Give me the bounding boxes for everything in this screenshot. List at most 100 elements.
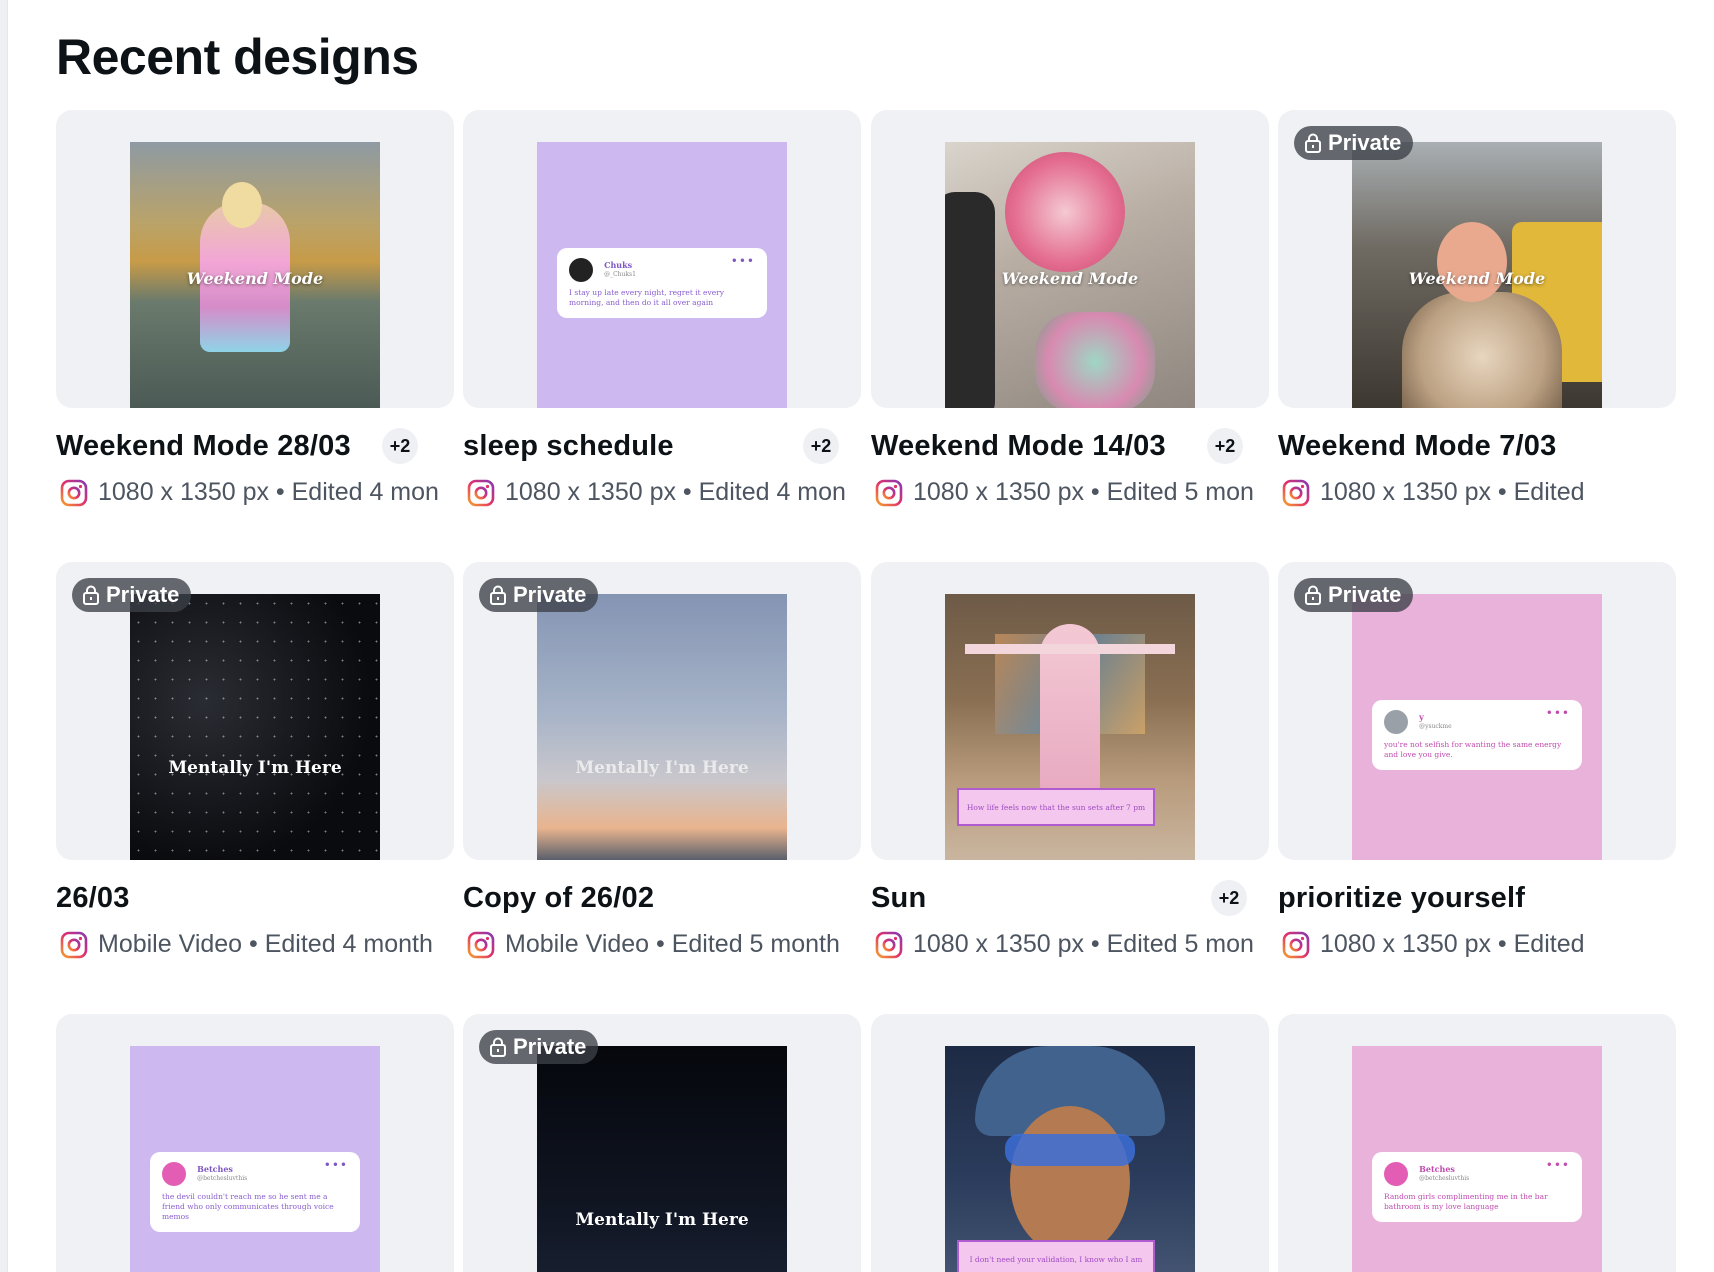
design-overlay-text: Weekend Mode bbox=[1001, 269, 1139, 288]
instagram-icon bbox=[467, 931, 495, 958]
design-meta: 1080 x 1350 px • Edited 5 mon bbox=[913, 930, 1254, 958]
instagram-icon bbox=[60, 479, 88, 506]
design-card[interactable]: Betches @betchesluvthis ••• the devil cou… bbox=[56, 1014, 454, 1272]
page-title: Recent designs bbox=[56, 29, 419, 85]
private-badge: Private bbox=[72, 578, 192, 612]
left-rail bbox=[0, 0, 8, 1272]
design-thumbnail[interactable]: y @ysuckme ••• you're not selfish for wan… bbox=[1352, 594, 1602, 860]
design-meta: 1080 x 1350 px • Edited 4 mon bbox=[505, 478, 846, 506]
lock-icon bbox=[83, 585, 99, 605]
tweet-card: Betches @betchesluvthis ••• the devil cou… bbox=[150, 1152, 360, 1232]
design-card[interactable]: Private y @ysuckme ••• you're not selfish… bbox=[1278, 562, 1676, 959]
design-thumbnail-frame[interactable]: Private Weekend Mode bbox=[1278, 110, 1676, 408]
lock-icon bbox=[1305, 133, 1321, 153]
design-caption: How life feels now that the sun sets aft… bbox=[957, 788, 1155, 826]
design-title[interactable]: prioritize yourself bbox=[1278, 882, 1525, 915]
instagram-icon bbox=[875, 479, 903, 506]
design-title[interactable]: 26/03 bbox=[56, 882, 130, 915]
tweet-card: Betches @betchesluvthis ••• Random girls … bbox=[1372, 1152, 1582, 1222]
design-thumbnail[interactable]: Mentally I'm Here bbox=[130, 594, 380, 860]
design-thumbnail[interactable]: Mentally I'm Here bbox=[537, 594, 787, 860]
design-overlay-text: Mentally I'm Here bbox=[575, 1210, 749, 1230]
tweet-body: the devil couldn't reach me so he sent m… bbox=[162, 1192, 334, 1221]
more-icon: ••• bbox=[1545, 1158, 1570, 1172]
design-overlay-text: Mentally I'm Here bbox=[168, 758, 342, 778]
avatar bbox=[1384, 1162, 1408, 1186]
design-thumbnail-frame[interactable]: Weekend Mode bbox=[56, 110, 454, 408]
design-caption: I don't need your validation, I know who… bbox=[957, 1240, 1155, 1272]
instagram-icon bbox=[467, 479, 495, 506]
design-thumbnail[interactable]: Betches @betchesluvthis ••• Random girls … bbox=[1352, 1046, 1602, 1272]
collaborators-badge[interactable]: +2 bbox=[382, 428, 418, 464]
design-thumbnail[interactable]: Weekend Mode bbox=[130, 142, 380, 408]
design-thumbnail-frame[interactable]: Private Mentally I'm Here bbox=[463, 562, 861, 860]
design-thumbnail[interactable]: Chuks @_Chuks1 ••• I stay up late every n… bbox=[537, 142, 787, 408]
avatar bbox=[569, 258, 593, 282]
design-meta: 1080 x 1350 px • Edited 5 mon bbox=[913, 478, 1254, 506]
design-thumbnail-frame[interactable]: Betches @betchesluvthis ••• the devil cou… bbox=[56, 1014, 454, 1272]
design-thumbnail[interactable]: Weekend Mode bbox=[1352, 142, 1602, 408]
design-thumbnail[interactable]: How life feels now that the sun sets aft… bbox=[945, 594, 1195, 860]
design-card[interactable]: How life feels now that the sun sets aft… bbox=[871, 562, 1269, 959]
design-overlay-text: Weekend Mode bbox=[186, 269, 324, 288]
collaborators-badge[interactable]: +2 bbox=[803, 428, 839, 464]
design-thumbnail-frame[interactable]: Chuks @_Chuks1 ••• I stay up late every n… bbox=[463, 110, 861, 408]
design-card[interactable]: Chuks @_Chuks1 ••• I stay up late every n… bbox=[463, 110, 861, 507]
tweet-name: Betches @betchesluvthis bbox=[1419, 1164, 1470, 1182]
more-icon: ••• bbox=[323, 1158, 348, 1172]
design-thumbnail[interactable]: I don't need your validation, I know who… bbox=[945, 1046, 1195, 1272]
design-thumbnail-frame[interactable]: Weekend Mode bbox=[871, 110, 1269, 408]
instagram-icon bbox=[60, 931, 88, 958]
design-meta: Mobile Video • Edited 5 month bbox=[505, 930, 840, 958]
lock-icon bbox=[1305, 585, 1321, 605]
design-card[interactable]: Weekend Mode Weekend Mode 28/03 +2 1080 … bbox=[56, 110, 454, 507]
design-card[interactable]: Betches @betchesluvthis ••• Random girls … bbox=[1278, 1014, 1676, 1272]
design-title[interactable]: Weekend Mode 28/03 bbox=[56, 430, 351, 463]
design-title[interactable]: Weekend Mode 7/03 bbox=[1278, 430, 1556, 463]
avatar bbox=[162, 1162, 186, 1186]
design-thumbnail-frame[interactable]: How life feels now that the sun sets aft… bbox=[871, 562, 1269, 860]
private-badge: Private bbox=[479, 1030, 599, 1064]
tweet-name: Chuks @_Chuks1 bbox=[604, 260, 636, 278]
design-title[interactable]: Weekend Mode 14/03 bbox=[871, 430, 1166, 463]
design-card[interactable]: Private Mentally I'm Here bbox=[463, 1014, 861, 1272]
lock-icon bbox=[490, 585, 506, 605]
design-card[interactable]: Private Weekend Mode Weekend Mode 7/03 1… bbox=[1278, 110, 1676, 507]
tweet-card: Chuks @_Chuks1 ••• I stay up late every n… bbox=[557, 248, 767, 318]
instagram-icon bbox=[1282, 931, 1310, 958]
design-thumbnail-frame[interactable]: Private y @ysuckme ••• you're not selfish… bbox=[1278, 562, 1676, 860]
tweet-body: I stay up late every night, regret it ev… bbox=[569, 288, 724, 307]
design-thumbnail[interactable]: Weekend Mode bbox=[945, 142, 1195, 408]
design-overlay-text: Weekend Mode bbox=[1408, 269, 1546, 288]
design-card[interactable]: Private Mentally I'm Here Copy of 26/02 … bbox=[463, 562, 861, 959]
design-thumbnail[interactable]: Betches @betchesluvthis ••• the devil cou… bbox=[130, 1046, 380, 1272]
private-badge: Private bbox=[1294, 126, 1414, 160]
design-title[interactable]: sleep schedule bbox=[463, 430, 674, 463]
design-title[interactable]: Sun bbox=[871, 882, 926, 915]
design-card[interactable]: Weekend Mode Weekend Mode 14/03 +2 1080 … bbox=[871, 110, 1269, 507]
design-overlay-text: Mentally I'm Here bbox=[575, 758, 749, 778]
design-meta: Mobile Video • Edited 4 month bbox=[98, 930, 433, 958]
design-card[interactable]: I don't need your validation, I know who… bbox=[871, 1014, 1269, 1272]
tweet-name: Betches @betchesluvthis bbox=[197, 1164, 248, 1182]
tweet-card: y @ysuckme ••• you're not selfish for wan… bbox=[1372, 700, 1582, 770]
design-title[interactable]: Copy of 26/02 bbox=[463, 882, 654, 915]
design-thumbnail-frame[interactable]: Betches @betchesluvthis ••• Random girls … bbox=[1278, 1014, 1676, 1272]
design-thumbnail[interactable]: Mentally I'm Here bbox=[537, 1046, 787, 1272]
private-badge: Private bbox=[479, 578, 599, 612]
design-thumbnail-frame[interactable]: Private Mentally I'm Here bbox=[56, 562, 454, 860]
tweet-body: Random girls complimenting me in the bar… bbox=[1384, 1192, 1548, 1211]
avatar bbox=[1384, 710, 1408, 734]
more-icon: ••• bbox=[730, 254, 755, 268]
more-icon: ••• bbox=[1545, 706, 1570, 720]
design-thumbnail-frame[interactable]: I don't need your validation, I know who… bbox=[871, 1014, 1269, 1272]
design-thumbnail-frame[interactable]: Private Mentally I'm Here bbox=[463, 1014, 861, 1272]
lock-icon bbox=[490, 1037, 506, 1057]
collaborators-badge[interactable]: +2 bbox=[1211, 880, 1247, 916]
collaborators-badge[interactable]: +2 bbox=[1207, 428, 1243, 464]
tweet-name: y @ysuckme bbox=[1419, 712, 1452, 730]
design-meta: 1080 x 1350 px • Edited bbox=[1320, 478, 1585, 506]
design-card[interactable]: Private Mentally I'm Here 26/03 Mobile V… bbox=[56, 562, 454, 959]
design-meta: 1080 x 1350 px • Edited 4 mon bbox=[98, 478, 439, 506]
instagram-icon bbox=[1282, 479, 1310, 506]
